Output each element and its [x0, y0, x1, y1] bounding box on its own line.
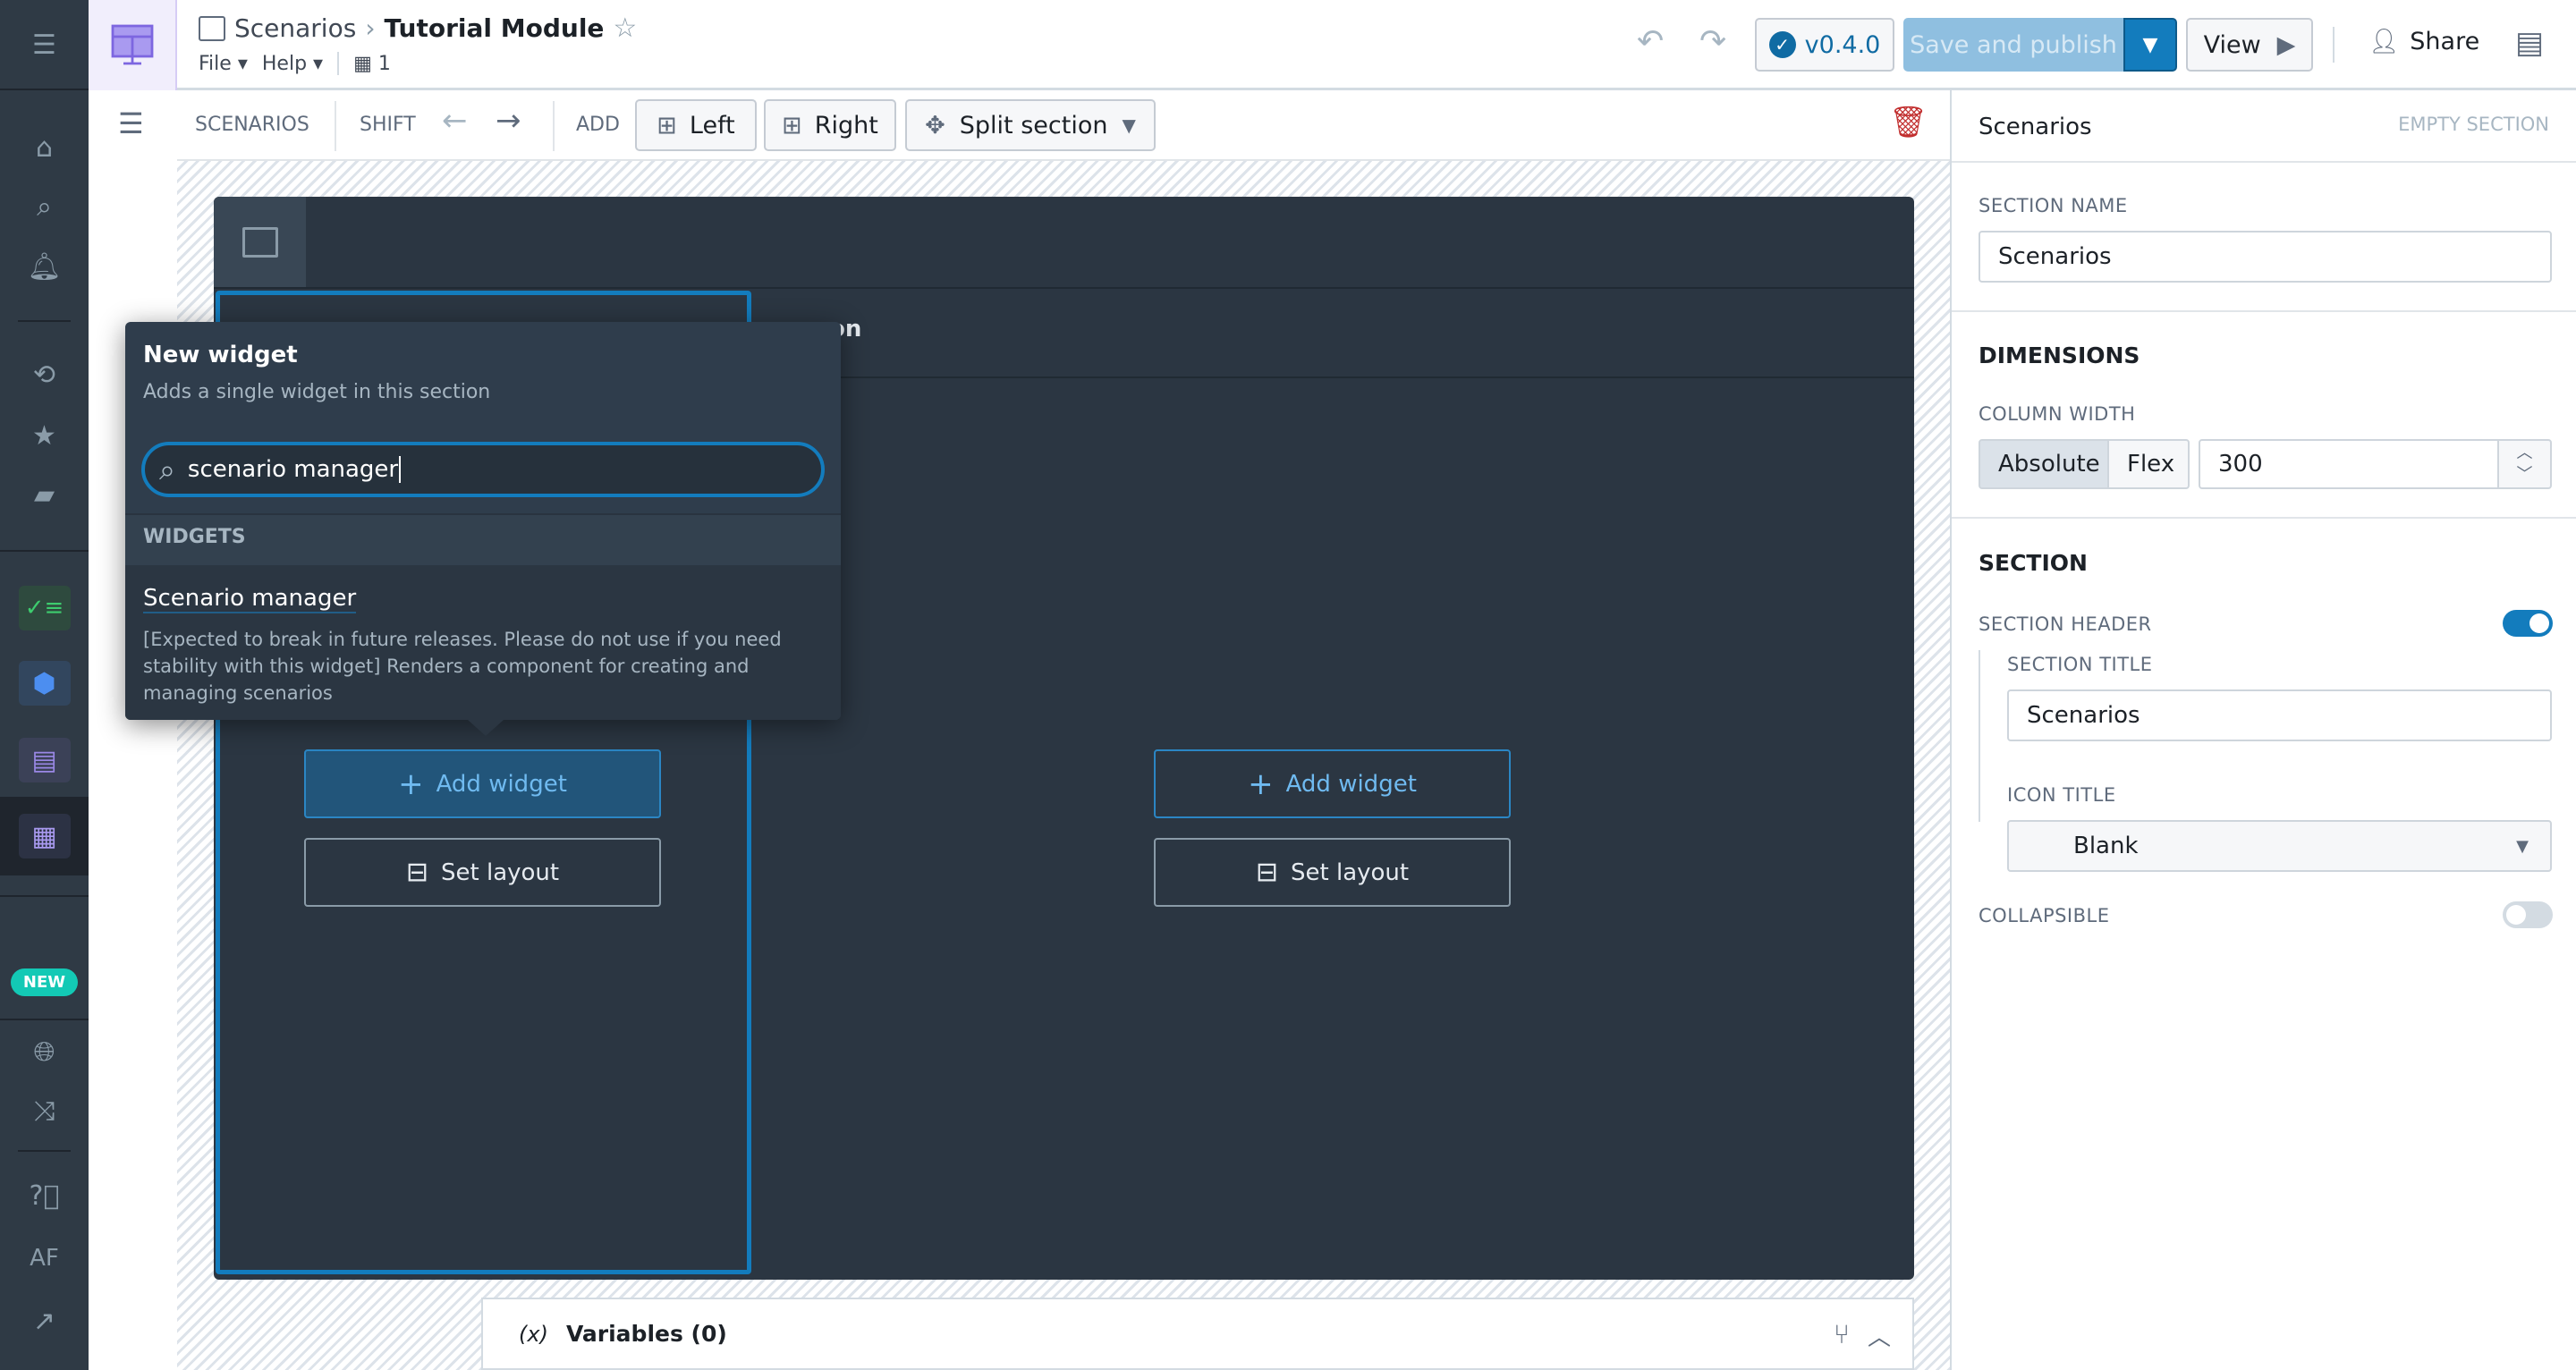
- collapsible-toggle[interactable]: [2503, 901, 2553, 928]
- shift-label: SHIFT: [360, 114, 416, 136]
- section-toolbar: ☰ SCENARIOS SHIFT ← → ADD ⊞ Left ⊞ Right ✥…: [118, 90, 1950, 161]
- publish-options-dropdown[interactable]: ▼: [2123, 18, 2177, 72]
- plus-icon: +: [1248, 765, 1274, 802]
- home-icon[interactable]: ⌂: [0, 130, 89, 165]
- undo-icon[interactable]: ↶: [1637, 23, 1664, 60]
- verified-icon: ✓: [1768, 31, 1796, 58]
- add-label: ADD: [576, 114, 620, 136]
- view-button[interactable]: View ▶: [2186, 18, 2313, 72]
- set-layout-button-right[interactable]: ⊟ Set layout: [1154, 838, 1511, 907]
- plus-icon: +: [398, 765, 424, 802]
- layout-icon: ⊟: [1255, 857, 1279, 888]
- graph-icon[interactable]: ⑂: [1834, 1319, 1850, 1350]
- section-header-label: SECTION HEADER: [1979, 613, 2152, 635]
- checklist-app-icon[interactable]: ✓≡: [0, 586, 89, 630]
- add-widget-button-right[interactable]: + Add widget: [1154, 749, 1511, 818]
- chevron-up-icon[interactable]: ︿: [1868, 1319, 1891, 1352]
- delete-section-icon[interactable]: 🗑︎: [1889, 105, 1928, 140]
- play-icon: ▶: [2276, 30, 2296, 59]
- cube-app-icon[interactable]: ⬢: [0, 661, 89, 706]
- search-icon: ⌕: [159, 452, 175, 486]
- workshop-app-icon[interactable]: ▦: [0, 797, 89, 875]
- section-name-label: SECTION NAME: [1979, 195, 2128, 216]
- search-icon[interactable]: ⌕: [0, 189, 89, 224]
- flex-option[interactable]: Flex: [2107, 439, 2190, 489]
- new-badge[interactable]: NEW: [10, 968, 79, 996]
- width-stepper[interactable]: ︿ ﹀: [2497, 439, 2552, 489]
- header: Scenarios › Tutorial Module ☆ File ▾ Hel…: [177, 0, 2576, 90]
- layout-icon: ⊟: [405, 857, 429, 888]
- chevron-down-icon[interactable]: ﹀: [2517, 464, 2533, 486]
- add-widget-button[interactable]: + Add widget: [304, 749, 661, 818]
- split-section-button[interactable]: ✥ Split section ▼: [905, 99, 1156, 151]
- globe-icon[interactable]: 🌐︎: [0, 1034, 89, 1070]
- help-icon[interactable]: ?⃝: [0, 1178, 89, 1214]
- panel-title: Scenarios: [1979, 114, 2092, 140]
- chevron-up-icon[interactable]: ︿: [2517, 443, 2533, 464]
- new-widget-popover: New widget Adds a single widget in this …: [125, 322, 841, 736]
- section-config-panel: Scenarios EMPTY SECTION SECTION NAME Sce…: [1950, 90, 2576, 1370]
- add-left-button[interactable]: ⊞ Left: [635, 99, 757, 151]
- organization-indicator[interactable]: ▦ 1: [353, 53, 391, 75]
- expand-nav-icon[interactable]: ☰: [0, 27, 89, 63]
- widget-result-scenario-manager[interactable]: Scenario manager [Expected to break in f…: [125, 565, 841, 720]
- file-menu[interactable]: File ▾: [199, 53, 248, 75]
- shift-right-icon[interactable]: →: [496, 103, 521, 139]
- page-icon: [242, 226, 278, 258]
- section-status: EMPTY SECTION: [2398, 114, 2549, 135]
- collapse-outline-icon[interactable]: ☰: [118, 106, 144, 140]
- share-button[interactable]: 👤︎ Share: [2368, 27, 2479, 56]
- redo-icon[interactable]: ↷: [1699, 23, 1726, 60]
- folder-icon: [199, 15, 225, 41]
- widgets-group-label: WIDGETS: [143, 526, 246, 548]
- column-width-label: COLUMN WIDTH: [1979, 403, 2136, 425]
- shift-left-icon[interactable]: ←: [442, 103, 468, 139]
- folder-icon[interactable]: ▰: [0, 477, 89, 512]
- left-nav: ☰ ⌂ ⌕ 🔔︎ ⟲ ★ ▰ ✓≡ ⬢ ▤ ▦ NEW 🌐︎ ⤨ ?⃝ AF ↗: [0, 0, 89, 1370]
- add-column-left-icon: ⊞: [657, 111, 677, 140]
- section-name-input[interactable]: Scenarios: [1979, 231, 2552, 283]
- people-icon: 👤︎: [2368, 28, 2400, 55]
- save-and-publish-button[interactable]: Save and publish: [1903, 18, 2123, 72]
- popover-subtitle: Adds a single widget in this section: [143, 381, 491, 403]
- breadcrumb-parent[interactable]: Scenarios: [234, 13, 356, 43]
- chevron-right-icon: ›: [365, 13, 376, 43]
- collapsible-label: COLLAPSIBLE: [1979, 905, 2110, 926]
- page-tab[interactable]: [214, 197, 306, 287]
- set-layout-button[interactable]: ⊟ Set layout: [304, 838, 661, 907]
- star-icon[interactable]: ★: [0, 418, 89, 453]
- add-right-button[interactable]: ⊞ Right: [764, 99, 896, 151]
- section-title-label: SECTION TITLE: [2007, 654, 2153, 675]
- bell-icon[interactable]: 🔔︎: [0, 249, 89, 284]
- icon-title-select[interactable]: Blank ▼: [2007, 820, 2552, 872]
- section-name-label: SCENARIOS: [195, 114, 309, 136]
- page-title[interactable]: Tutorial Module: [385, 13, 605, 43]
- split-icon: ✥: [925, 111, 945, 140]
- shuffle-icon[interactable]: ⤨: [0, 1093, 89, 1129]
- caret-down-icon: ▼: [2516, 836, 2529, 856]
- history-icon[interactable]: ⟲: [0, 357, 89, 393]
- column-width-input[interactable]: 300: [2199, 439, 2499, 489]
- absolute-option[interactable]: Absolute: [1979, 439, 2109, 489]
- toggle-panel-icon[interactable]: ▤: [2515, 25, 2544, 61]
- section-title-input[interactable]: Scenarios: [2007, 689, 2552, 741]
- variable-icon: (x): [519, 1321, 548, 1347]
- add-column-right-icon: ⊞: [782, 111, 802, 140]
- variables-bar[interactable]: (x) Variables (0) ⑂ ︿: [481, 1298, 1914, 1370]
- widget-search-input[interactable]: ⌕ scenario manager: [141, 442, 825, 497]
- workshop-app-logo: [89, 0, 177, 90]
- slate-app-icon[interactable]: ▤: [0, 738, 89, 782]
- arrow-up-right-icon[interactable]: ↗: [0, 1303, 89, 1339]
- user-avatar[interactable]: AF: [0, 1240, 89, 1276]
- section-heading: SECTION: [1979, 550, 2088, 576]
- version-button[interactable]: ✓ v0.4.0: [1755, 18, 1894, 72]
- section-header-toggle[interactable]: [2503, 610, 2553, 637]
- star-icon[interactable]: ☆: [613, 13, 637, 44]
- caret-down-icon: ▼: [1122, 114, 1136, 136]
- popover-title: New widget: [143, 342, 298, 368]
- icon-title-label: ICON TITLE: [2007, 784, 2116, 806]
- help-menu[interactable]: Help ▾: [262, 53, 323, 75]
- dimensions-heading: DIMENSIONS: [1979, 342, 2140, 368]
